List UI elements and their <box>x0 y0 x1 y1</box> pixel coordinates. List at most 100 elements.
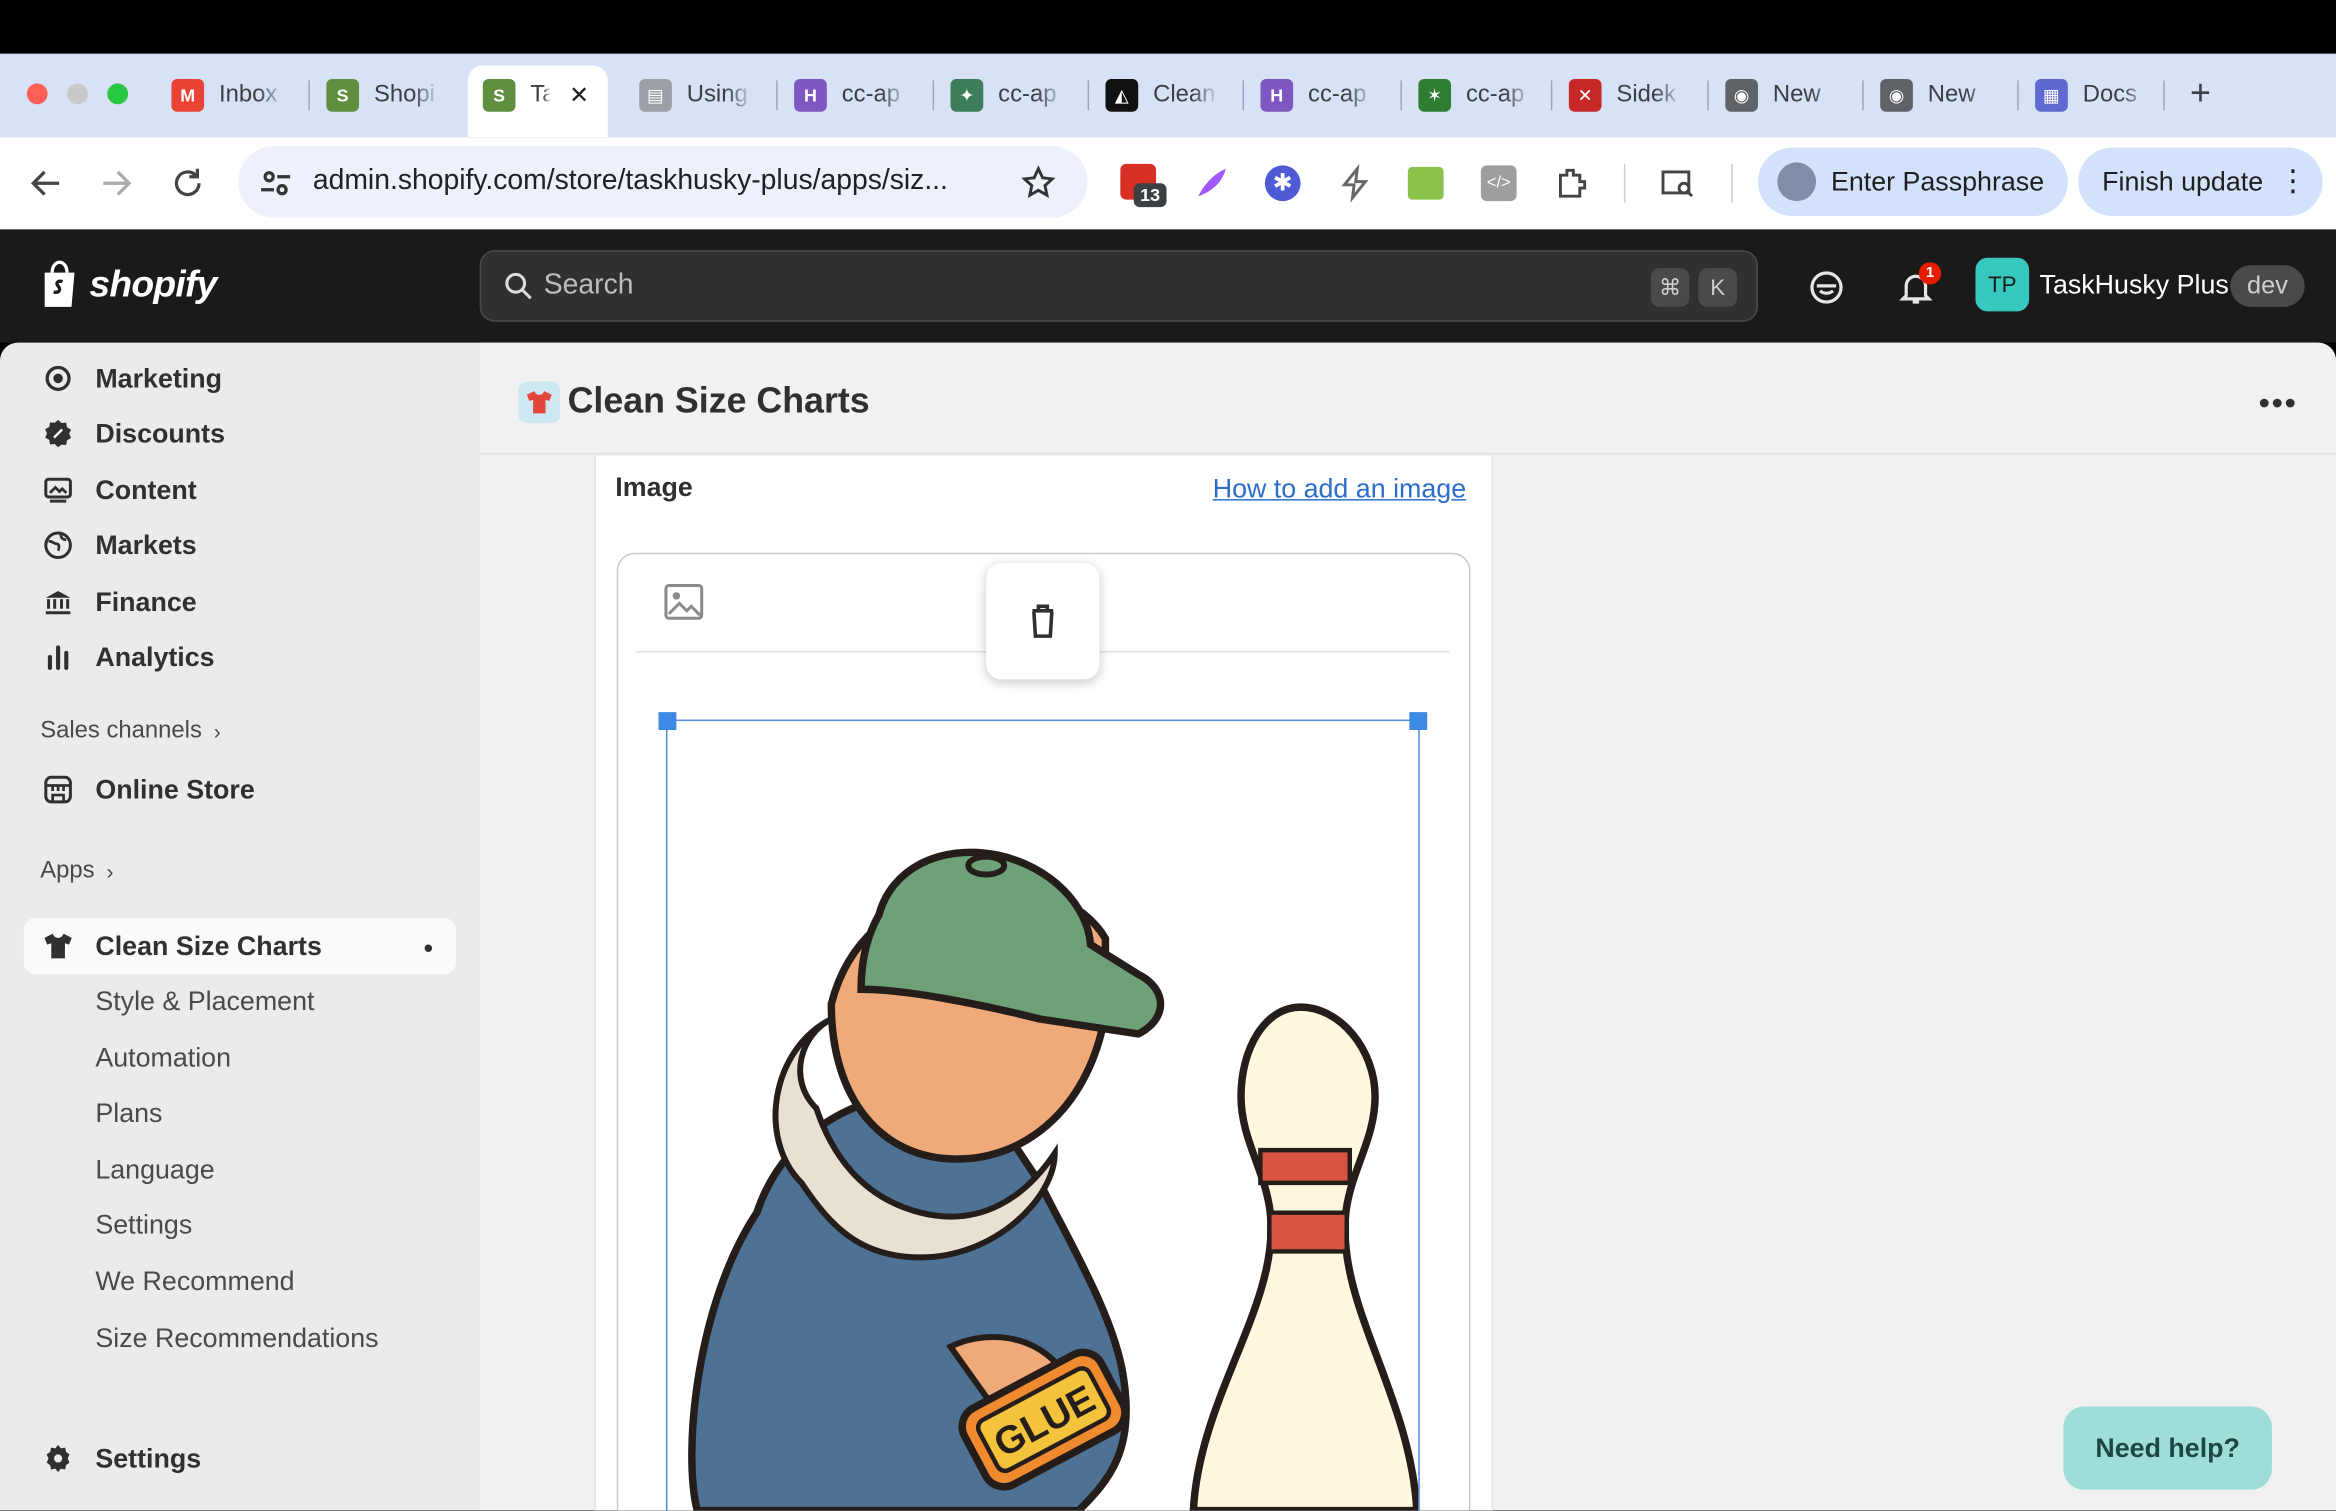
browser-tab[interactable]: ✕ Sidek <box>1568 72 1697 120</box>
tab-search-icon[interactable] <box>1658 164 1697 203</box>
browser-tab-label: New <box>1927 81 1976 108</box>
browser-tab-label: Clean <box>1153 81 1216 108</box>
how-to-add-image-link[interactable]: How to add an image <box>1213 474 1466 505</box>
browser-tab-label: Sidek <box>1616 81 1677 108</box>
tab-separator <box>776 80 778 111</box>
sidebar-item-label: Clean Size Charts <box>95 930 322 961</box>
bank-icon <box>45 590 71 615</box>
feather-extension-icon[interactable] <box>1192 164 1231 203</box>
browser-tab[interactable]: ▤ Using <box>639 72 767 120</box>
close-tab-icon[interactable]: ✕ <box>569 80 589 110</box>
url-text[interactable]: admin.shopify.com/store/taskhusky-plus/a… <box>313 165 948 198</box>
code-extension-icon[interactable]: </> <box>1480 165 1517 202</box>
gmail-icon: M <box>171 78 205 112</box>
apps-header[interactable]: Apps › <box>40 858 113 885</box>
sidebar-item-label: Content <box>95 474 197 505</box>
enter-passphrase-button[interactable]: Enter Passphrase <box>1757 147 2068 217</box>
toolbar-divider <box>1731 163 1733 203</box>
sales-channels-header[interactable]: Sales channels › <box>40 718 221 745</box>
bookmark-star-icon[interactable] <box>1019 164 1058 203</box>
search-placeholder: Search <box>543 269 634 301</box>
browser-tab[interactable]: M Inbox <box>171 72 299 120</box>
store-name[interactable]: TaskHusky Plus <box>2040 270 2229 301</box>
app-subitem-automation[interactable]: Automation <box>95 1037 231 1079</box>
browser-tab[interactable]: S Shopi <box>326 72 454 120</box>
store-avatar[interactable]: TP <box>1975 257 2030 312</box>
browser-tab[interactable]: ▦ Docs <box>2035 72 2163 120</box>
tab-separator <box>1707 80 1709 111</box>
browser-tab-label: Ta <box>530 81 551 108</box>
forward-arrow-icon[interactable] <box>97 164 136 203</box>
browser-tab-label: Shopi <box>373 81 435 108</box>
finish-update-button[interactable]: Finish update ⋮ <box>2078 147 2323 217</box>
tshirt-icon <box>44 933 72 959</box>
cartoon-illustration: GLUE <box>688 848 1419 1511</box>
app-subitem-settings[interactable]: Settings <box>95 1204 192 1246</box>
app-subitem-language[interactable]: Language <box>95 1149 214 1191</box>
search-bar[interactable] <box>479 250 1758 322</box>
back-arrow-icon[interactable] <box>27 164 66 203</box>
app-subitem-plans[interactable]: Plans <box>95 1092 162 1134</box>
reload-icon[interactable] <box>168 164 207 203</box>
pin-dot-icon[interactable] <box>424 944 433 952</box>
browser-tab[interactable]: ✦ cc-ap <box>950 72 1078 120</box>
sidekick-icon[interactable] <box>1807 268 1846 307</box>
sidebar-item-label: Analytics <box>95 641 215 672</box>
old-man-illustration: GLUE <box>688 848 1165 1511</box>
shopify-logo[interactable]: shopify <box>39 259 217 310</box>
sidebar-item-marketing[interactable]: Marketing <box>42 356 222 401</box>
new-tab-plus-icon[interactable]: + <box>2184 73 2217 113</box>
gear-icon <box>46 1444 70 1473</box>
husky-icon: ✦ <box>950 78 984 112</box>
maximize-window-button[interactable] <box>107 83 129 105</box>
browser-tab[interactable]: Hcc-ap <box>794 72 922 120</box>
bolt-extension-icon[interactable] <box>1336 163 1375 203</box>
finish-update-label: Finish update <box>2102 166 2264 196</box>
minimize-window-button[interactable] <box>67 83 88 105</box>
tab-separator <box>2163 80 2165 111</box>
extensions-puzzle-icon[interactable] <box>1552 164 1591 203</box>
extension-badge: 13 <box>1133 183 1167 208</box>
app-subitem-size-recommendations[interactable]: Size Recommendations <box>95 1317 378 1359</box>
runner-icon: ✶ <box>1418 78 1452 112</box>
close-window-button[interactable] <box>26 83 48 105</box>
browser-tab-label: Inbox <box>219 81 278 108</box>
browser-tab-label: New <box>1772 81 1821 108</box>
browser-tab[interactable]: ◉ New <box>1880 72 2008 120</box>
app-nav-item[interactable]: Clean Size Charts <box>42 924 322 969</box>
trash-icon[interactable] <box>1025 602 1061 641</box>
browser-tab[interactable]: ◉ New <box>1725 72 1853 120</box>
sidebar-item-discounts[interactable]: Discounts <box>42 411 225 456</box>
app-subitem-we-recommend[interactable]: We Recommend <box>95 1260 294 1302</box>
enter-passphrase-label: Enter Passphrase <box>1830 166 2045 196</box>
document-icon: ▤ <box>639 78 672 112</box>
chrome-icon: ◉ <box>1725 78 1758 112</box>
insert-image-icon[interactable] <box>663 583 705 622</box>
sidebar-item-settings[interactable]: Settings <box>42 1436 201 1481</box>
bowling-pin-illustration <box>1189 1003 1419 1511</box>
browser-tab[interactable]: ◭ Clean <box>1105 72 1233 120</box>
tab-separator <box>1087 80 1090 111</box>
content-icon <box>44 477 72 503</box>
sidebar-item-content[interactable]: Content <box>42 468 197 513</box>
shortcut-k-key: K <box>1698 268 1738 307</box>
page-title: Clean Size Charts <box>567 381 870 422</box>
more-actions-icon[interactable]: ••• <box>2259 384 2298 423</box>
need-help-button[interactable]: Need help? <box>2063 1406 2272 1490</box>
browser-tab[interactable]: Hcc-ap <box>1260 72 1388 120</box>
shopify-wordmark: shopify <box>89 262 217 305</box>
sidebar-item-analytics[interactable]: Analytics <box>42 635 215 680</box>
sidebar-item-online-store[interactable]: Online Store <box>42 767 255 812</box>
sidebar-item-finance[interactable]: Finance <box>42 580 197 625</box>
browser-tab[interactable]: ✶ cc-ap <box>1418 72 1546 120</box>
glasses-extension-icon[interactable] <box>1407 166 1444 200</box>
chrome-icon: ◉ <box>1880 78 1913 112</box>
site-settings-icon[interactable] <box>256 164 295 203</box>
asterisk-extension-icon[interactable]: ✱ <box>1264 165 1301 202</box>
app-subitem-style-placement[interactable]: Style & Placement <box>95 980 314 1022</box>
more-vertical-icon[interactable]: ⋮ <box>2278 167 2308 197</box>
tab-separator <box>308 80 310 111</box>
browser-tab-label: Using <box>686 81 748 108</box>
sidebar-item-markets[interactable]: Markets <box>42 523 197 568</box>
shopify-icon: S <box>482 78 516 112</box>
